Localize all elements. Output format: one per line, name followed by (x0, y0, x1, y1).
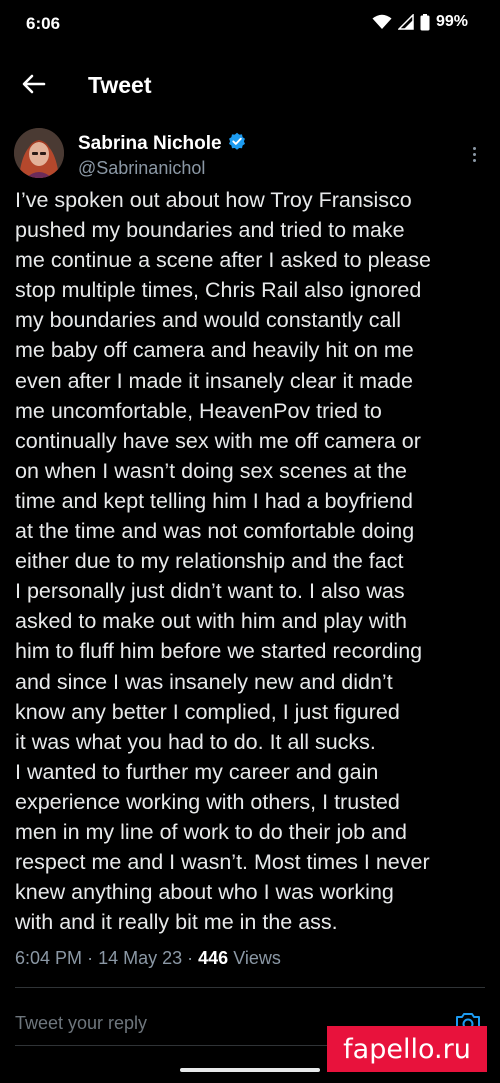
tweet-meta: 6:04 PM · 14 May 23 · 446 Views (15, 948, 485, 969)
author-name-line: Sabrina Nichole (78, 132, 246, 155)
meta-separator: · (187, 948, 199, 968)
avatar[interactable] (14, 128, 64, 178)
page-title: Tweet (88, 72, 152, 98)
watermark-badge: fapello.ru (327, 1026, 487, 1072)
tweet-date: 14 May 23 (98, 948, 183, 968)
tweet-time: 6:04 PM (15, 948, 83, 968)
more-dot (472, 146, 476, 150)
more-dot (472, 152, 476, 156)
tweet-text: I’ve spoken out about how Troy Fransisco… (15, 188, 431, 935)
wifi-icon (372, 14, 392, 30)
meta-separator: · (87, 948, 99, 968)
tweet-author-row: Sabrina Nichole @Sabrinanichol (14, 128, 486, 188)
home-indicator[interactable] (180, 1068, 320, 1072)
verified-badge-icon (228, 132, 246, 155)
status-icons: 99% (372, 13, 468, 31)
arrow-left-icon (22, 74, 46, 99)
battery-percent: 99% (435, 13, 468, 30)
battery-icon (420, 13, 430, 31)
author-handle[interactable]: @Sabrinanichol (78, 158, 205, 179)
views-count[interactable]: 446 (198, 948, 228, 968)
cellular-signal-icon (397, 14, 414, 30)
status-time: 6:06 (26, 14, 61, 33)
reply-input[interactable]: Tweet your reply (15, 1013, 147, 1034)
author-name[interactable]: Sabrina Nichole (78, 133, 222, 155)
status-bar: 6:06 99% (0, 0, 500, 50)
more-dot (472, 158, 476, 162)
top-app-bar: Tweet (0, 60, 500, 112)
divider (15, 987, 485, 988)
more-options-button[interactable] (462, 142, 486, 166)
views-label: Views (233, 948, 281, 968)
back-button[interactable] (18, 70, 50, 102)
